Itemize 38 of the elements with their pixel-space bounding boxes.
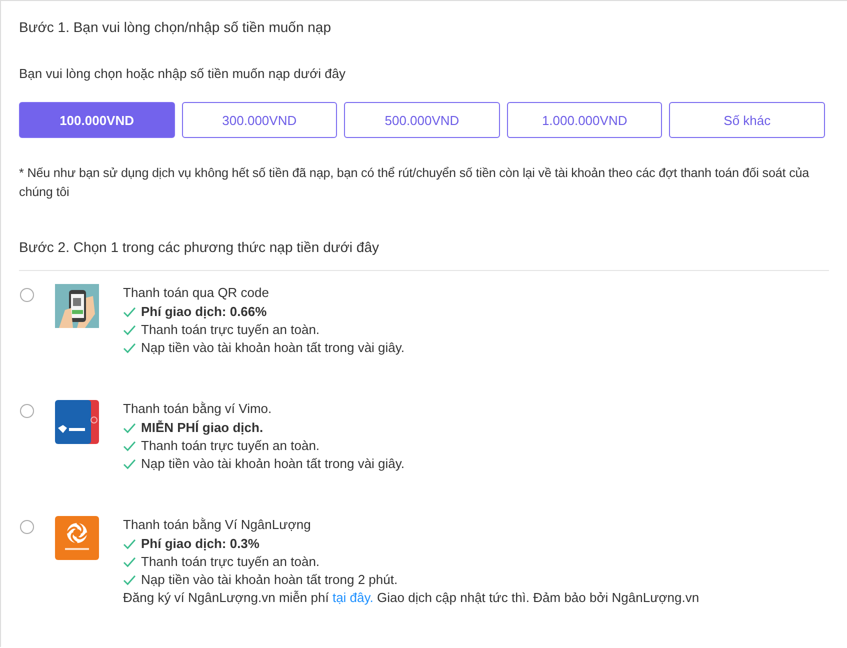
amount-button[interactable]: 1.000.000VND [506,102,662,138]
check-icon [123,538,136,550]
check-icon [123,422,136,434]
wallet-logo-icon [55,516,99,560]
check-icon [123,440,136,452]
check-icon [123,458,136,470]
check-icon [123,324,136,336]
amount-button[interactable]: Số khác [669,102,825,138]
amount-button[interactable]: 500.000VND [344,102,500,138]
check-icon [123,306,136,318]
feature-text: MIỄN PHÍ giao dịch. [141,419,264,437]
radio-button[interactable] [20,520,34,534]
note-text: Đăng ký ví NgânLượng.vn miễn phí tại đây. Giao dịch cập nhật tức thì. Đảm bảo bởi NgânLượng.vn [123,589,700,607]
note-text: * Nếu như bạn sử dụng dịch vụ không hết số tiền đã nạp, bạn có thể rút/chuyển số tiền còn lại về tài khoản theo các đợt thanh toán đối soát của chúng tôi [19,165,810,201]
feature-text: Nạp tiền vào tài khoản hoàn tất trong vài giây. [141,455,405,473]
feature-text: Nạp tiền vào tài khoản hoàn tất trong 2 phút. [141,571,398,589]
feature-text: Thanh toán trực tuyến an toàn. [141,553,320,571]
radio-button[interactable] [20,404,34,418]
check-icon [123,574,136,586]
feature-text: Nạp tiền vào tài khoản hoàn tất trong vài giây. [141,339,405,357]
amount-button[interactable]: 100.000VND [19,102,175,138]
register-link[interactable]: tại đây. [332,590,374,605]
feature-text: Phí giao dịch: 0.66% [141,303,267,321]
amount-button[interactable]: 300.000VND [182,102,338,138]
method-title: Thanh toán qua QR code [123,284,270,302]
check-icon [123,342,136,354]
step-title: Bước 1. Bạn vui lòng chọn/nhập số tiền muốn nạp [19,18,332,36]
feature-text: Phí giao dịch: 0.3% [141,535,260,553]
method-title: Thanh toán bằng ví Vimo. [123,400,273,418]
wallet-logo-icon [55,400,99,444]
step-title: Bước 2. Chọn 1 trong các phương thức nạp tiền dưới đây [19,238,380,256]
radio-button[interactable] [20,288,34,302]
instruction-text: Bạn vui lòng chọn hoặc nhập số tiền muốn nạp dưới đây [19,65,347,83]
feature-text: Thanh toán trực tuyến an toàn. [141,321,320,339]
phone-qr-icon [55,284,99,328]
feature-text: Thanh toán trực tuyến an toàn. [141,437,320,455]
method-title: Thanh toán bằng Ví NgânLượng [123,516,312,534]
check-icon [123,556,136,568]
